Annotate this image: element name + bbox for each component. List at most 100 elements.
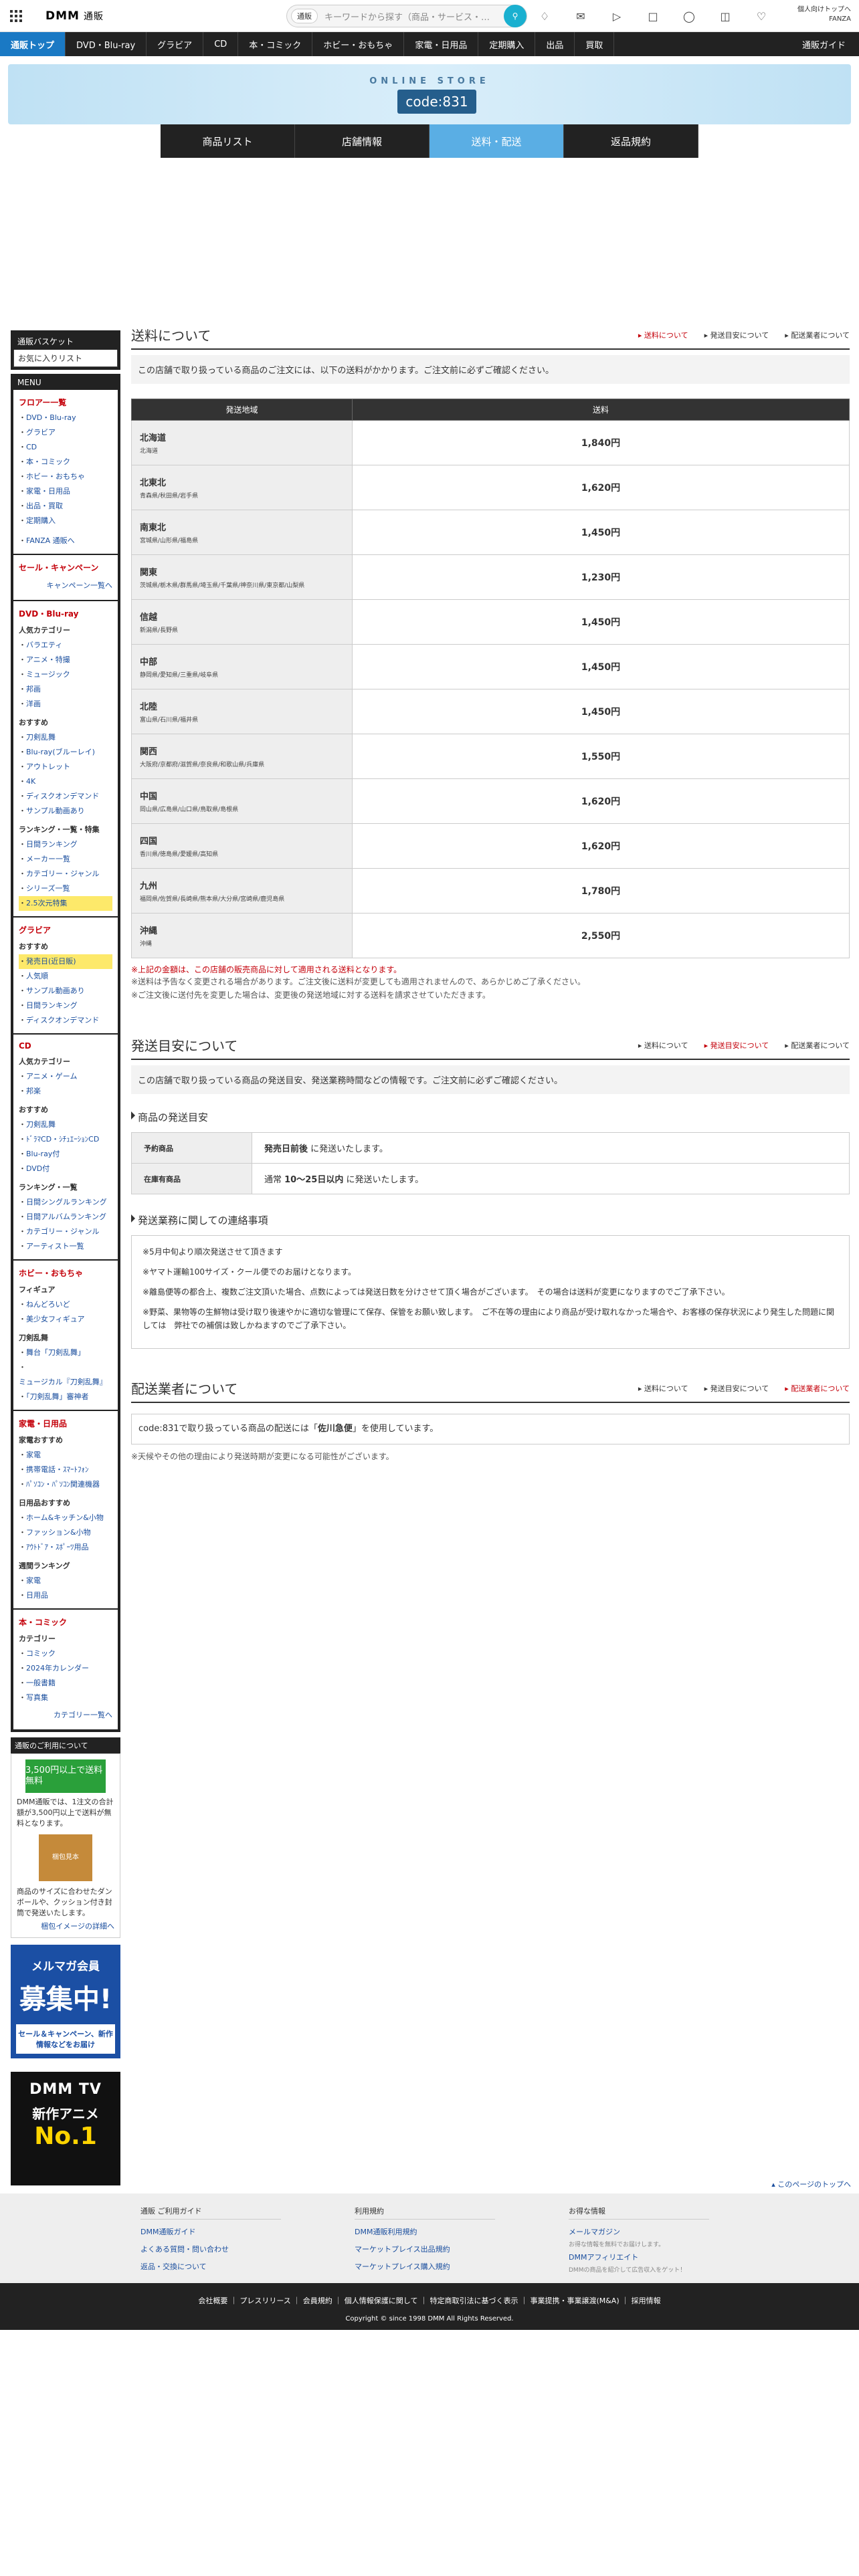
menu-link[interactable]: ミュージック [19,667,112,682]
menu-hobby-title[interactable]: ホビー・おもちゃ [19,1267,112,1279]
menu-link[interactable]: サンプル動画あり [19,984,112,998]
menu-link[interactable]: 定期購入 [19,514,112,528]
menu-link[interactable]: 日用品 [19,1588,112,1603]
footer-link[interactable]: よくある質問・問い合わせ [140,2241,281,2258]
menu-link[interactable]: 2.5次元特集 [19,896,112,911]
footer-link[interactable]: DMM通販利用規約 [355,2224,495,2241]
menu-link[interactable]: 日間アルバムランキング [19,1210,112,1224]
footer-link[interactable]: 返品・交換について [140,2258,281,2276]
menu-grav-title[interactable]: グラビア [19,924,112,936]
menu-link[interactable]: 出品・買取 [19,499,112,514]
gnav-item-5[interactable]: ホビー・おもちゃ [312,32,405,56]
corporate-links[interactable]: 会社概要 ｜ プレスリリース ｜ 会員規約 ｜ 個人情報保護に関して ｜ 特定商… [0,2295,859,2306]
menu-link[interactable]: グラビア [19,425,112,440]
menu-link[interactable]: カテゴリー・ジャンル [19,867,112,881]
menu-link[interactable]: Blu-ray付 [19,1147,112,1162]
gnav-item-0[interactable]: 通販トップ [0,32,66,56]
menu-book-title[interactable]: 本・コミック [19,1616,112,1628]
menu-link[interactable]: 2024年カレンダー [19,1661,112,1676]
anchor-link-0[interactable]: 送料について [638,1040,688,1051]
search-category-select[interactable]: 通販 [291,9,318,23]
menu-link[interactable]: サンプル動画あり [19,804,112,819]
menu-link[interactable]: Blu-ray(ブルーレイ) [19,745,112,760]
gnav-item-4[interactable]: 本・コミック [238,32,313,56]
anchor-link-0[interactable]: 送料について [638,330,688,340]
user-icon[interactable]: ◯ [680,7,698,25]
search-box[interactable]: 通販 キーワードから探す（商品・サービス・… ⚲ [286,5,527,27]
favorites-link[interactable]: お気に入りリスト [13,350,118,367]
menu-link[interactable]: アニメ・ゲーム [19,1069,112,1084]
menu-link[interactable]: DVD付 [19,1162,112,1176]
menu-link[interactable]: 家電 [19,1574,112,1588]
menu-link[interactable]: 携帯電話・ｽﾏｰﾄﾌｫﾝ [19,1463,112,1477]
menu-link[interactable]: 日間ランキング [19,998,112,1013]
menu-link[interactable]: 美少女フィギュア [19,1312,112,1327]
menu-link[interactable]: 邦画 [19,682,112,697]
footer-link[interactable]: DMM通販ガイド [140,2224,281,2241]
menu-link[interactable]: 邦楽 [19,1084,112,1099]
mailmag-link[interactable]: メールマガジン お得な情報を無料でお届けします。 [569,2224,709,2249]
gnav-item-6[interactable]: 家電・日用品 [404,32,479,56]
menu-link[interactable]: アニメ・特撮 [19,653,112,667]
menu-link[interactable]: ディスクオンデマンド [19,1013,112,1028]
menu-link[interactable]: 刀剣乱舞 [19,730,112,745]
menu-link[interactable]: 刀剣乱舞 [19,1117,112,1132]
menu-link[interactable]: アウトレット [19,760,112,774]
menu-link[interactable]: ホーム&キッチン&小物 [19,1511,112,1525]
footer-link[interactable]: マーケットプレイス購入規約 [355,2258,495,2276]
menu-sale-title[interactable]: セール・キャンペーン [19,562,112,573]
menu-link[interactable]: ｱｳﾄﾄﾞｱ・ｽﾎﾟｰﾂ用品 [19,1540,112,1555]
menu-link[interactable]: ねんどろいど [19,1297,112,1312]
menu-link[interactable]: 家電・日用品 [19,484,112,499]
gnav-item-7[interactable]: 定期購入 [478,32,536,56]
anchor-link-1[interactable]: 発送目安について [704,1040,769,1051]
gnav-item-1[interactable]: DVD・Blu-ray [66,32,147,56]
menu-link[interactable]: 一般書籍 [19,1676,112,1691]
menu-link[interactable]: DVD・Blu-ray [19,411,112,425]
menu-link[interactable]: ﾄﾞﾗﾏCD・ｼﾁｭｴｰｼｮﾝCD [19,1132,112,1147]
menu-link[interactable]: 本・コミック [19,455,112,469]
anchor-link-0[interactable]: 送料について [638,1383,688,1394]
affiliate-link[interactable]: DMMアフィリエイト DMMの商品を紹介して広告収入をゲット！ [569,2249,709,2274]
menu-link[interactable]: メーカー一覧 [19,852,112,867]
gnav-item-3[interactable]: CD [203,32,239,56]
menu-link[interactable]: バラエティ [19,638,112,653]
menu-link[interactable]: 舞台「刀剣乱舞」 [19,1346,112,1360]
menu-link[interactable]: 人気順 [19,969,112,984]
dmmtv-banner[interactable]: DMM TV 新作アニメ No.1 [11,2072,120,2185]
menu-link[interactable]: CD [19,440,112,455]
menu-link[interactable]: 写真集 [19,1691,112,1705]
page-top-link[interactable]: ▴ このページのトップへ [0,2179,859,2193]
tab-0[interactable]: 商品リスト [161,124,295,158]
book-more-link[interactable]: カテゴリー一覧へ [19,1705,112,1724]
menu-kaden-title[interactable]: 家電・日用品 [19,1418,112,1429]
search-input[interactable]: キーワードから探す（商品・サービス・… [318,10,504,23]
menu-link[interactable]: 洋画 [19,697,112,712]
menu-link[interactable]: 発売日(近日販) [19,954,112,969]
menu-cd-title[interactable]: CD [19,1041,112,1051]
account-link[interactable]: 個人向けトップへ FANZA [797,5,851,24]
tab-2[interactable]: 送料・配送 [430,124,564,158]
menu-link[interactable]: ホビー・おもちゃ [19,469,112,484]
search-icon[interactable]: ⚲ [504,5,527,27]
anchor-link-2[interactable]: 配送業者について [785,1040,850,1051]
gnav-item-9[interactable]: 買取 [575,32,615,56]
gnav-item-8[interactable]: 出品 [535,32,575,56]
mail-icon[interactable]: ✉ [571,7,590,25]
anchor-link-2[interactable]: 配送業者について [785,330,850,340]
fanza-link[interactable]: FANZA 通販へ [19,534,112,548]
menu-link[interactable]: 4K [19,774,112,789]
campaign-more-link[interactable]: キャンペーン一覧へ [19,576,112,595]
gnav-item-2[interactable]: グラビア [147,32,204,56]
footer-link[interactable]: マーケットプレイス出品規約 [355,2241,495,2258]
menu-link[interactable]: カテゴリー・ジャンル [19,1224,112,1239]
heart-icon[interactable]: ♡ [752,7,771,25]
cart-icon[interactable]: ◫ [716,7,735,25]
basket-title[interactable]: 通販バスケット [13,333,118,350]
menu-link[interactable]: アーティスト一覧 [19,1239,112,1254]
app-grid-icon[interactable] [0,0,32,32]
menu-link[interactable]: ミュージカル『刀剣乱舞』 [19,1360,112,1390]
menu-link[interactable]: 日間シングルランキング [19,1195,112,1210]
mailmag-banner[interactable]: メルマガ会員 募集中! セール＆キャンペーン、新作情報などをお届け [11,1945,120,2058]
tab-1[interactable]: 店舗情報 [295,124,430,158]
